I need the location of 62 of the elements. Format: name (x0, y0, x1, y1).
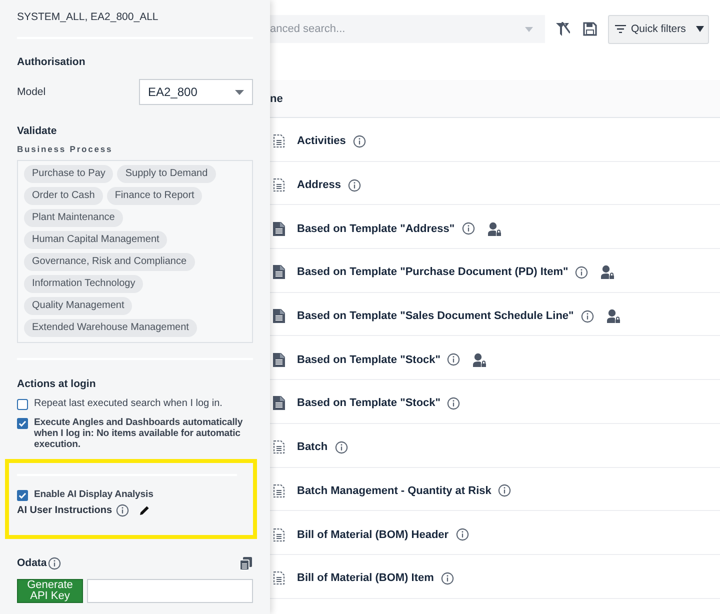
checkbox[interactable] (17, 490, 28, 501)
info-icon[interactable] (447, 353, 460, 366)
item-name[interactable]: Bill of Material (BOM) Item (297, 572, 434, 584)
item-name[interactable]: Based on Template "Address" (297, 222, 455, 235)
process-tag: Supply to Demand (117, 165, 216, 183)
info-icon[interactable] (48, 556, 61, 570)
info-icon[interactable] (440, 572, 454, 585)
process-tag: Finance to Report (106, 187, 202, 205)
caret-icon (696, 26, 704, 32)
info-icon[interactable] (580, 310, 594, 323)
checkbox[interactable] (17, 399, 28, 410)
pencil-icon[interactable] (139, 505, 150, 516)
checkbox[interactable] (17, 418, 28, 429)
item-name[interactable]: Based on Template "Stock" (297, 397, 440, 410)
copy-icon[interactable] (240, 556, 252, 570)
item-name[interactable]: Bill of Material (BOM) Header (297, 528, 449, 541)
generate-key-button[interactable]: Generate API Key (17, 579, 83, 603)
section-heading: Actions at login (17, 377, 97, 391)
option-label: Execute Angles and Dashboards automatically when I log in: No items available for automatic execution. (34, 417, 244, 450)
info-icon[interactable] (462, 222, 475, 236)
info-icon[interactable] (447, 396, 460, 410)
info-icon[interactable] (498, 484, 512, 498)
item-name[interactable]: Based on Template "Sales Document Schedule Line" (297, 310, 574, 322)
section-heading: Validate (17, 124, 58, 138)
filter-off-icon[interactable] (556, 22, 570, 36)
dropdown-caret-icon (525, 27, 533, 32)
item-name[interactable]: Based on Template "Stock" (297, 354, 440, 366)
process-tag: Purchase to Pay (24, 165, 114, 183)
process-tag: Extended Warehouse Management (24, 319, 197, 337)
info-icon[interactable] (348, 178, 362, 192)
info-icon[interactable] (575, 266, 588, 279)
process-tag: Plant Maintenance (24, 209, 123, 227)
process-tag: Information Technology (24, 275, 144, 293)
process-tag: Order to Cash (24, 187, 103, 205)
process-tag: Governance, Risk and Compliance (24, 253, 195, 271)
info-icon[interactable] (456, 528, 469, 542)
instructions-label: AI User Instructions (17, 505, 112, 516)
info-icon[interactable] (334, 440, 348, 454)
option-label: Enable AI Display Analysis (34, 489, 154, 500)
dropdown-caret-icon (235, 90, 244, 94)
model-dropdown[interactable]: EA2_800 (139, 79, 253, 105)
section-heading: Authorisation (17, 55, 86, 69)
section-heading: Odata (17, 556, 47, 570)
model-label: Model (17, 86, 46, 98)
search-field[interactable]: anced search... (270, 15, 545, 43)
item-name[interactable]: Address (297, 179, 342, 192)
filter-icon (615, 25, 626, 33)
option-label: Repeat last executed search when I log in. (34, 398, 222, 409)
save-icon[interactable] (583, 22, 597, 36)
roles-text: SYSTEM_ALL, EA2_800_ALL (17, 10, 160, 24)
item-name[interactable]: Batch (297, 441, 328, 454)
item-name[interactable]: Based on Template "Purchase Document (PD) Item" (297, 266, 568, 278)
item-name[interactable]: Batch Management - Quantity at Risk (297, 484, 492, 497)
quick-filters-button[interactable]: Quick filters (608, 14, 709, 44)
item-name[interactable]: Activities (297, 135, 346, 148)
api-key-field[interactable] (87, 579, 253, 603)
column-header[interactable]: ne (270, 92, 283, 104)
info-icon[interactable] (116, 504, 130, 517)
info-icon[interactable] (352, 134, 366, 148)
subsection-label: Business Process (17, 144, 114, 154)
process-tag: Human Capital Management (24, 231, 168, 249)
process-tag: Quality Management (24, 297, 132, 315)
